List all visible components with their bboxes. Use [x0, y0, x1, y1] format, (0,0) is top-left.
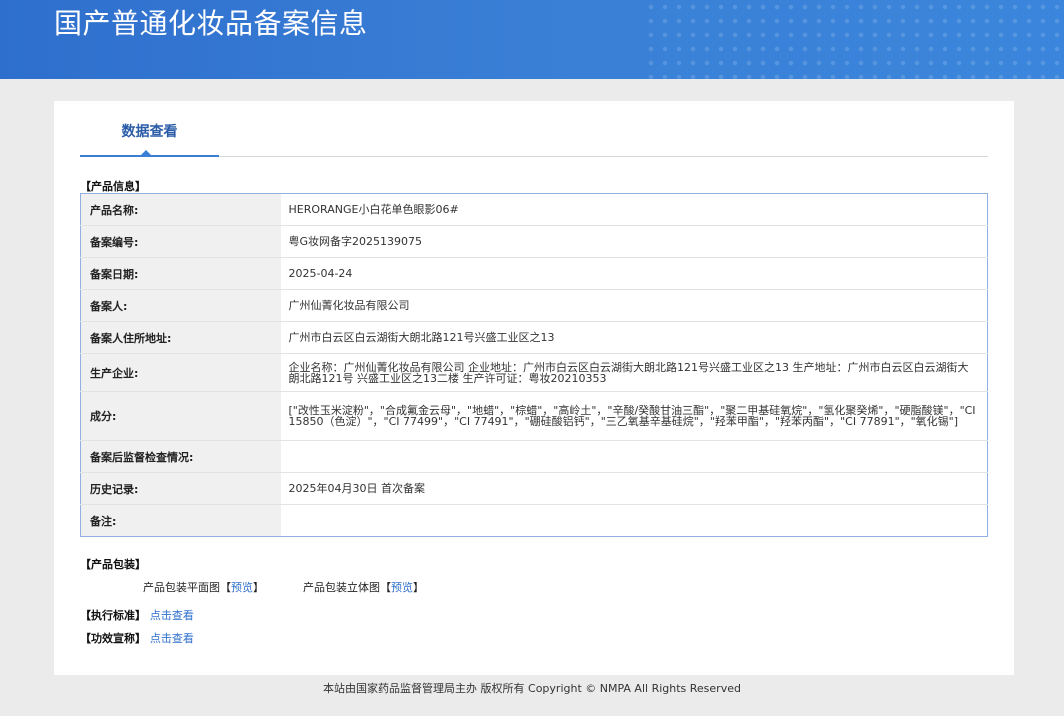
row-value: HERORANGE小白花单色眼影06#	[280, 193, 988, 226]
table-row: 成分: ["改性玉米淀粉"，"合成氟金云母"，"地蜡"，"棕蜡"，"高岭土"，"…	[80, 391, 988, 441]
table-row: 产品名称: HERORANGE小白花单色眼影06#	[80, 193, 988, 226]
packaging-heading: 【产品包装】	[80, 558, 146, 571]
efficacy-link[interactable]: 点击查看	[150, 632, 194, 645]
packaging-flat-preview-link[interactable]: 预览	[231, 581, 253, 594]
standards-row: 【执行标准】 点击查看	[80, 607, 194, 623]
table-row: 生产企业: 企业名称：广州仙菁化妆品有限公司 企业地址：广州市白云区白云湖街大朗…	[80, 353, 988, 392]
row-value: ["改性玉米淀粉"，"合成氟金云母"，"地蜡"，"棕蜡"，"高岭土"，"辛酸/癸…	[280, 391, 988, 441]
packaging-3d-label: 产品包装立体图	[303, 581, 380, 594]
row-label: 备案人:	[80, 289, 281, 322]
row-label: 成分:	[80, 391, 281, 441]
row-label: 备案后监督检查情况:	[80, 440, 281, 473]
page-title: 国产普通化妆品备案信息	[54, 7, 368, 40]
page-footer: 本站由国家药品监督管理局主办 版权所有 Copyright © NMPA All…	[323, 682, 741, 695]
row-value: 2025年04月30日 首次备案	[280, 472, 988, 505]
table-row: 历史记录: 2025年04月30日 首次备案	[80, 472, 988, 505]
tab-bar: 数据查看	[80, 101, 988, 157]
efficacy-label: 【功效宣称】	[80, 632, 146, 645]
table-row: 备案后监督检查情况:	[80, 440, 988, 473]
row-label: 历史记录:	[80, 472, 281, 505]
row-value: 粤G妆网备字2025139075	[280, 225, 988, 258]
row-value: 广州市白云区白云湖街大朗北路121号兴盛工业区之13	[280, 321, 988, 354]
row-label: 产品名称:	[80, 193, 281, 226]
table-row: 备案人住所地址: 广州市白云区白云湖街大朗北路121号兴盛工业区之13	[80, 321, 988, 354]
row-label: 备注:	[80, 504, 281, 537]
row-label: 备案编号:	[80, 225, 281, 258]
product-info-table: 产品名称: HERORANGE小白花单色眼影06# 备案编号: 粤G妆网备字20…	[80, 193, 988, 537]
table-row: 备案日期: 2025-04-24	[80, 257, 988, 290]
standards-label: 【执行标准】	[80, 609, 146, 622]
tab-data-view-label: 数据查看	[121, 124, 178, 140]
row-label: 生产企业:	[80, 353, 281, 392]
row-value: 2025-04-24	[280, 257, 988, 290]
page-header: 国产普通化妆品备案信息	[0, 0, 1064, 79]
packaging-3d: 产品包装立体图【预览】	[303, 581, 424, 594]
table-row: 备注:	[80, 504, 988, 537]
table-row: 备案人: 广州仙菁化妆品有限公司	[80, 289, 988, 322]
tab-data-view[interactable]: 数据查看	[80, 101, 219, 157]
efficacy-row: 【功效宣称】 点击查看	[80, 630, 194, 646]
standards-link[interactable]: 点击查看	[150, 609, 194, 622]
row-label: 备案日期:	[80, 257, 281, 290]
product-info-heading: 【产品信息】	[80, 180, 146, 193]
header-decoration	[644, 0, 1064, 79]
table-row: 备案编号: 粤G妆网备字2025139075	[80, 225, 988, 258]
content-panel: 数据查看 【产品信息】 产品名称: HERORANGE小白花单色眼影06# 备案…	[54, 101, 1014, 675]
row-value	[280, 440, 988, 473]
row-value: 企业名称：广州仙菁化妆品有限公司 企业地址：广州市白云区白云湖街大朗北路121号…	[280, 353, 988, 392]
packaging-flat: 产品包装平面图【预览】	[143, 581, 264, 594]
tab-caret-icon	[141, 150, 151, 155]
row-value: 广州仙菁化妆品有限公司	[280, 289, 988, 322]
row-value	[281, 505, 988, 537]
packaging-flat-label: 产品包装平面图	[143, 581, 220, 594]
row-label: 备案人住所地址:	[80, 321, 281, 354]
packaging-3d-preview-link[interactable]: 预览	[391, 581, 413, 594]
